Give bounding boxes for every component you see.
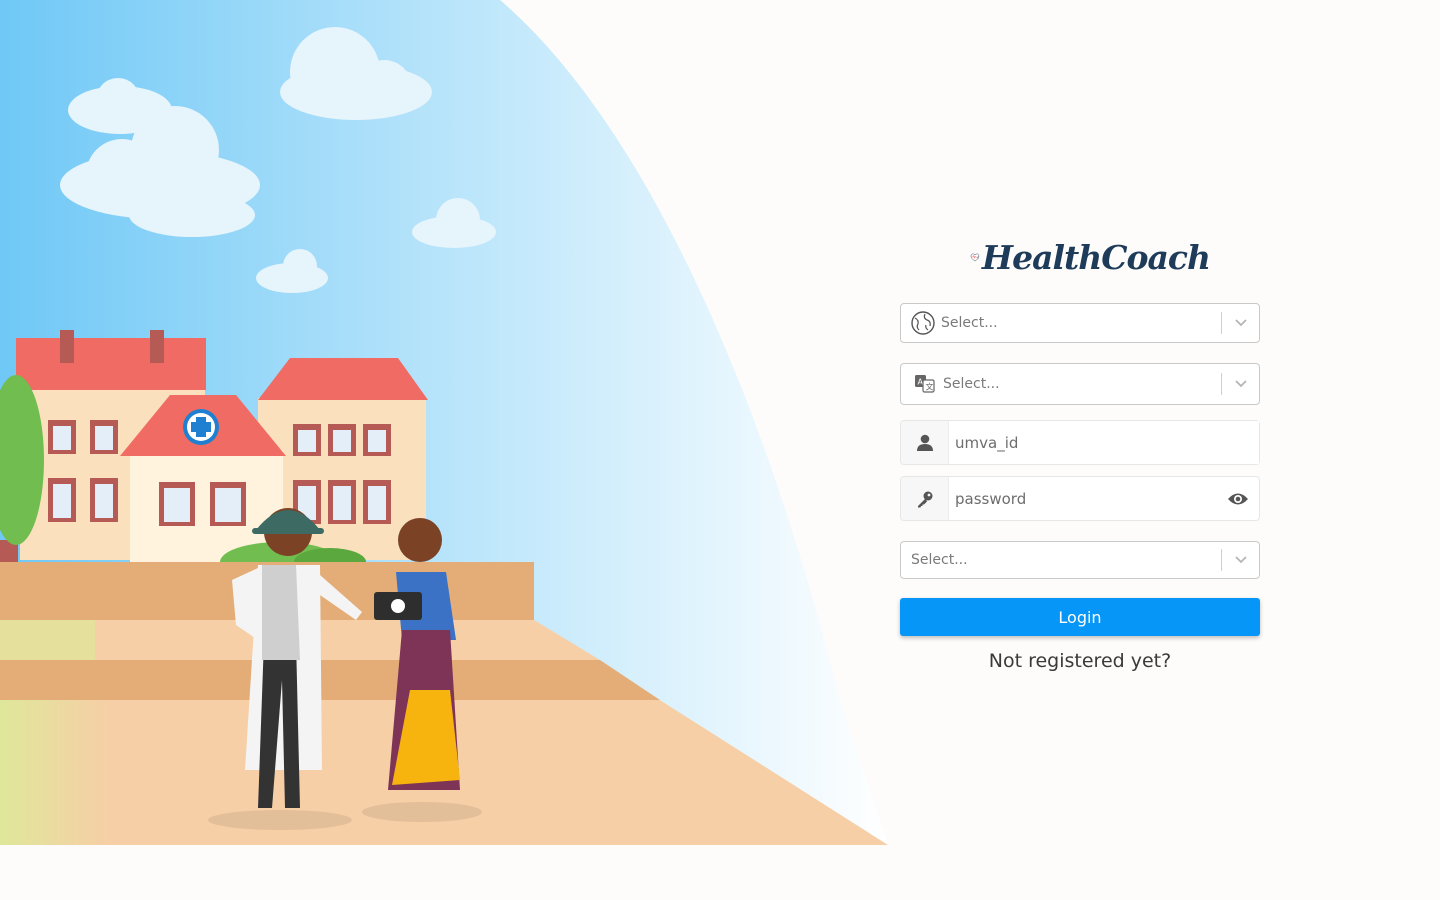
username-input[interactable] [949, 421, 1259, 464]
language-select[interactable]: A 文 Select... [900, 363, 1260, 405]
chevron-down-icon[interactable] [1222, 542, 1259, 578]
svg-text:文: 文 [926, 382, 934, 392]
country-select[interactable]: Select... [900, 303, 1260, 343]
hero-illustration [0, 0, 888, 845]
key-icon [901, 477, 949, 520]
chevron-down-icon[interactable] [1222, 304, 1259, 342]
language-select-value: Select... [943, 376, 1000, 392]
chevron-down-icon[interactable] [1222, 364, 1259, 404]
role-select[interactable]: Select... [900, 541, 1260, 579]
register-link[interactable]: Not registered yet? [900, 650, 1260, 672]
health-clinic-illustration [0, 0, 888, 845]
username-field-group [900, 420, 1260, 465]
brand-name: HealthCoach [981, 237, 1211, 277]
country-select-value: Select... [941, 315, 998, 331]
password-field-group [900, 476, 1260, 521]
translate-icon: A 文 [901, 375, 949, 393]
role-select-value: Select... [911, 552, 968, 568]
user-icon [901, 421, 949, 464]
eye-icon[interactable] [1217, 477, 1259, 520]
brand-logo: HealthCoach [970, 228, 1211, 286]
stethoscope-heart-icon [970, 253, 980, 262]
globe-icon [901, 310, 941, 336]
login-button[interactable]: Login [900, 598, 1260, 636]
password-input[interactable] [949, 477, 1217, 520]
